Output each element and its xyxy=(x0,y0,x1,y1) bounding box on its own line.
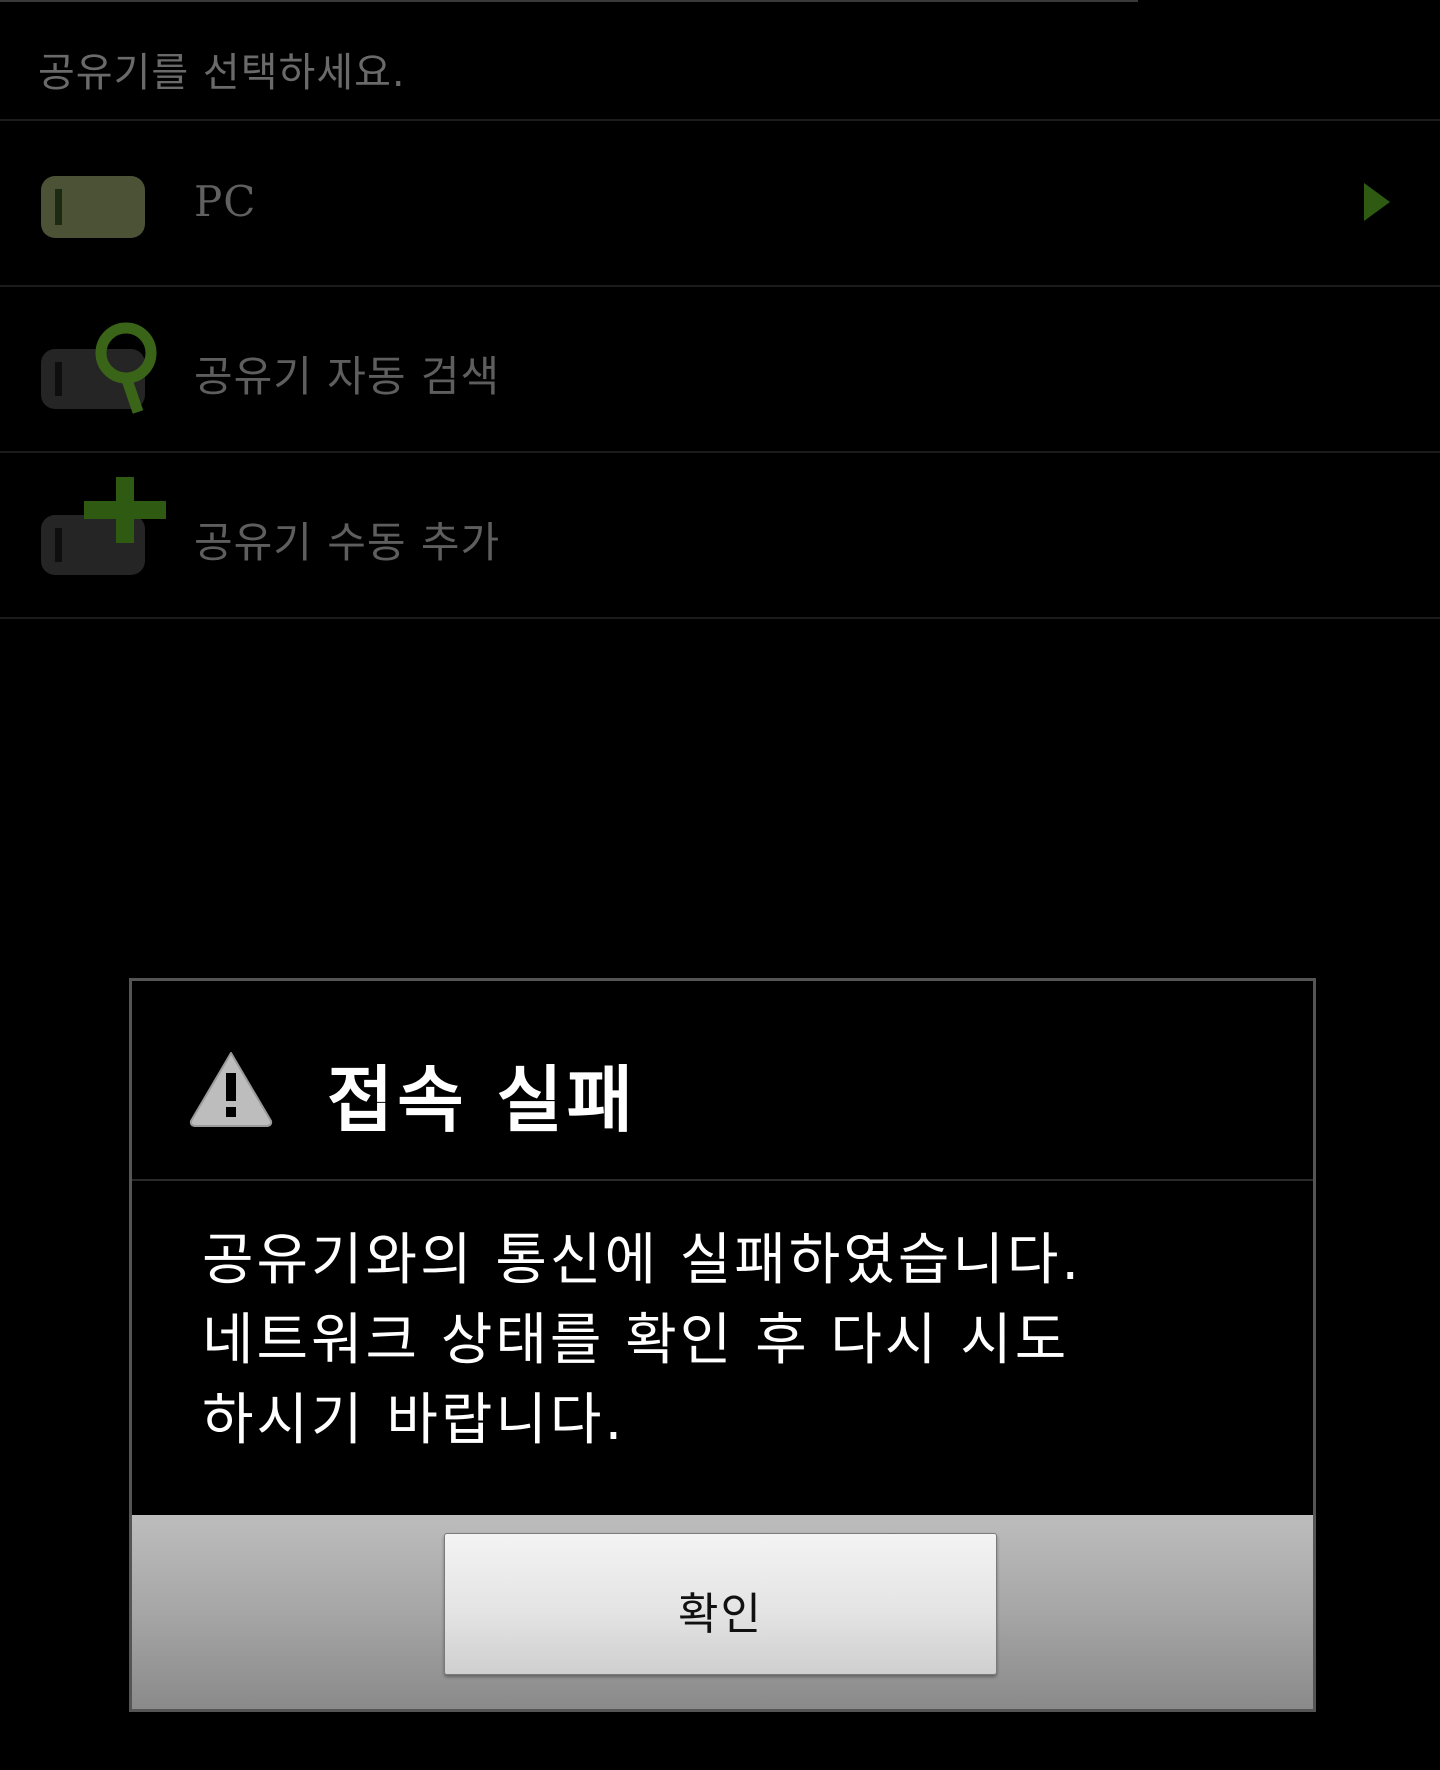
divider xyxy=(0,617,1440,619)
router-add-icon xyxy=(41,477,166,575)
router-item-label: PC xyxy=(194,177,257,226)
router-item-label: 공유기 수동 추가 xyxy=(194,518,501,567)
warning-icon xyxy=(189,1052,273,1127)
ok-button-label: 확인 xyxy=(678,1589,763,1640)
router-icon xyxy=(41,176,145,238)
router-item-auto-search[interactable]: 공유기 자동 검색 xyxy=(0,287,1440,451)
router-item-pc[interactable]: PC xyxy=(0,121,1440,285)
screen-header: 공유기를 선택하세요. xyxy=(38,50,406,96)
router-item-manual-add[interactable]: 공유기 수동 추가 xyxy=(0,453,1440,617)
dialog-message: 공유기와의 통신에 실패하였습니다. 네트워크 상태를 확인 후 다시 시도 하… xyxy=(202,1228,1083,1453)
router-item-label: 공유기 자동 검색 xyxy=(194,352,501,401)
ok-button[interactable]: 확인 xyxy=(444,1533,997,1675)
dialog-divider xyxy=(132,1179,1313,1181)
dialog-button-bar: 확인 xyxy=(132,1515,1313,1709)
dialog-header: 접속 실패 xyxy=(132,981,1313,1181)
dialog-title: 접속 실패 xyxy=(327,1058,638,1142)
chevron-right-icon xyxy=(1364,183,1390,221)
connection-failed-dialog: 접속 실패 공유기와의 통신에 실패하였습니다. 네트워크 상태를 확인 후 다… xyxy=(129,978,1316,1712)
router-search-icon xyxy=(41,322,157,414)
